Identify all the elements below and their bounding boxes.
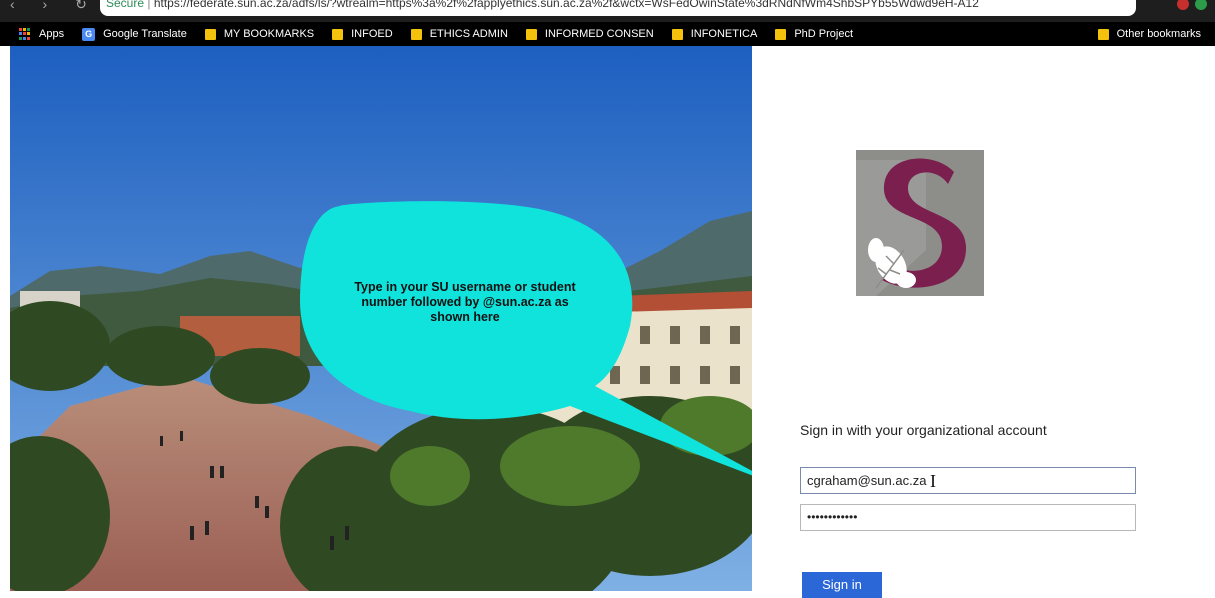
sign-in-button[interactable]: Sign in <box>802 572 882 598</box>
bookmark-google-translate[interactable]: G Google Translate <box>82 27 187 41</box>
stellenbosch-logo <box>856 150 984 296</box>
bookmark-apps[interactable]: Apps <box>0 28 64 40</box>
bookmark-infonetica[interactable]: INFONETICA <box>671 28 758 40</box>
callout-text: Type in your SU username or student numb… <box>354 280 576 324</box>
text-cursor-icon: I <box>930 471 936 491</box>
folder-icon <box>671 28 683 40</box>
google-translate-icon: G <box>82 27 96 41</box>
signin-panel: Sign in with your organizational account… <box>752 46 1215 598</box>
bookmark-label: MY BOOKMARKS <box>223 28 315 40</box>
secure-label: Secure <box>106 0 145 10</box>
bookmark-label: PhD Project <box>794 28 854 40</box>
bookmark-infoed[interactable]: INFOED <box>332 28 393 40</box>
bookmark-my-bookmarks[interactable]: MY BOOKMARKS <box>204 28 315 40</box>
browser-address-bar: ‹ › ↻ Secure | https://federate.sun.ac.z… <box>0 0 1215 22</box>
folder-icon <box>204 28 216 40</box>
bookmarks-bar: Apps G Google Translate MY BOOKMARKS INF… <box>0 22 1215 46</box>
bookmark-label: Other bookmarks <box>1116 28 1201 40</box>
bookmark-label: Google Translate <box>103 28 187 40</box>
bookmark-informed-consent[interactable]: INFORMED CONSEN <box>525 28 654 40</box>
bookmark-label: INFORMED CONSEN <box>544 28 654 40</box>
extension-icon[interactable] <box>1195 0 1207 10</box>
bookmark-label: INFONETICA <box>690 28 758 40</box>
bookmark-other[interactable]: Other bookmarks <box>1097 28 1201 40</box>
bookmark-phd-project[interactable]: PhD Project <box>775 28 853 40</box>
signin-title: Sign in with your organizational account <box>800 422 1047 438</box>
browser-nav-icons[interactable]: ‹ › ↻ <box>10 0 99 13</box>
folder-icon <box>332 28 344 40</box>
folder-icon <box>410 28 422 40</box>
extension-icons <box>1177 0 1207 10</box>
folder-icon <box>1097 28 1109 40</box>
folder-icon <box>775 28 787 40</box>
bookmark-label: INFOED <box>351 28 393 40</box>
apps-grid-icon <box>19 28 31 40</box>
bookmark-ethics-admin[interactable]: ETHICS ADMIN <box>410 28 508 40</box>
extension-icon[interactable] <box>1177 0 1189 10</box>
email-field[interactable]: cgraham@sun.ac.za <box>800 467 1136 494</box>
password-field[interactable]: •••••••••••• <box>800 504 1136 531</box>
url-text: https://federate.sun.ac.za/adfs/ls/?wtre… <box>153 0 979 10</box>
url-field[interactable]: Secure | https://federate.sun.ac.za/adfs… <box>100 0 1136 16</box>
folder-icon <box>525 28 537 40</box>
bookmark-label: Apps <box>39 28 65 40</box>
bookmark-label: ETHICS ADMIN <box>429 28 508 40</box>
